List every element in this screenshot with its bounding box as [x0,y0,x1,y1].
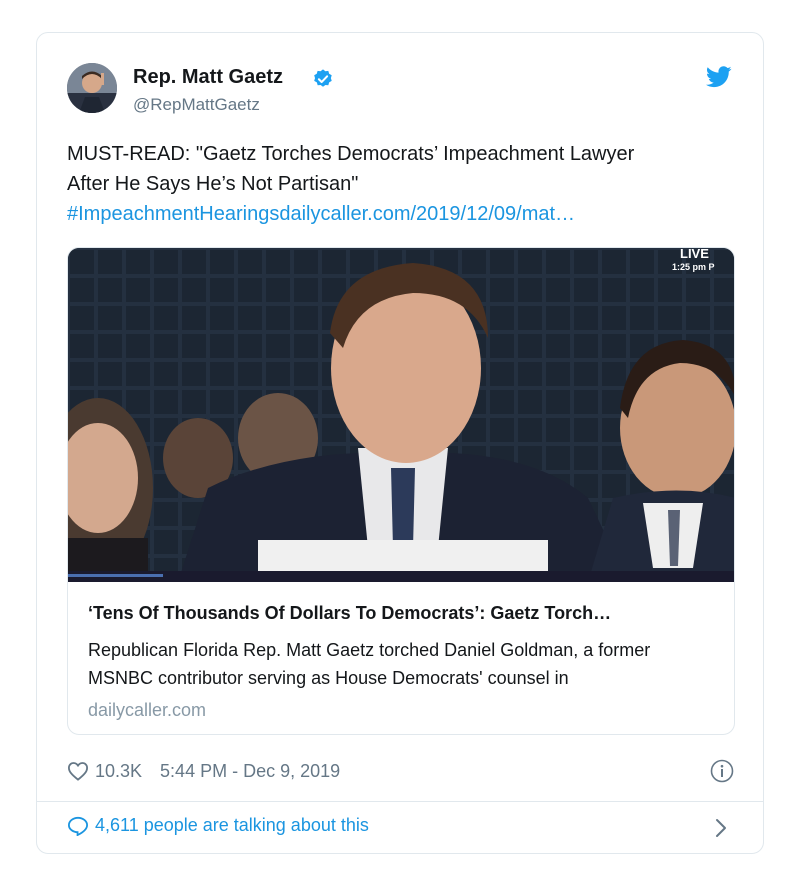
card-title[interactable]: ‘Tens Of Thousands Of Dollars To Democra… [88,603,718,624]
card-domain[interactable]: dailycaller.com [88,700,206,721]
time-overlay: 1:25 pm P [672,262,715,272]
link-card[interactable]: LIVE 1:25 pm P ‘Tens Of Thousands Of Dol… [67,247,735,735]
tweet-text-line: MUST-READ: "Gaetz Torches Democrats’ Imp… [67,143,635,165]
divider [37,801,763,802]
like-count[interactable]: 10.3K [95,761,142,782]
info-icon[interactable] [710,759,734,783]
twitter-bird-icon[interactable] [706,66,732,88]
heart-icon[interactable] [67,761,89,781]
tweet-text-line: After He Says He’s Not Partisan" [67,173,359,195]
tweet-embed: Rep. Matt Gaetz @RepMattGaetz MUST-READ:… [36,32,764,854]
tweet-meta: 10.3K 5:44 PM - Dec 9, 2019 [67,759,340,783]
tweet-timestamp[interactable]: 5:44 PM - Dec 9, 2019 [160,761,340,782]
author-handle[interactable]: @RepMattGaetz [133,95,260,115]
chevron-right-icon[interactable] [714,817,728,839]
avatar[interactable] [67,63,117,113]
talking-count[interactable]: 4,611 people are talking about this [95,815,369,836]
tweet-text: MUST-READ: "Gaetz Torches Democrats’ Imp… [67,139,747,229]
conversation-link[interactable]: 4,611 people are talking about this [67,815,369,836]
author-name[interactable]: Rep. Matt Gaetz [133,66,283,89]
verified-badge-icon [314,69,332,87]
live-overlay: LIVE [680,248,709,261]
card-description: Republican Florida Rep. Matt Gaetz torch… [88,640,651,688]
speech-bubble-icon [67,816,89,836]
tweet-link[interactable]: #ImpeachmentHearingsdailycaller.com/2019… [67,203,575,225]
card-image[interactable]: LIVE 1:25 pm P [68,248,734,582]
